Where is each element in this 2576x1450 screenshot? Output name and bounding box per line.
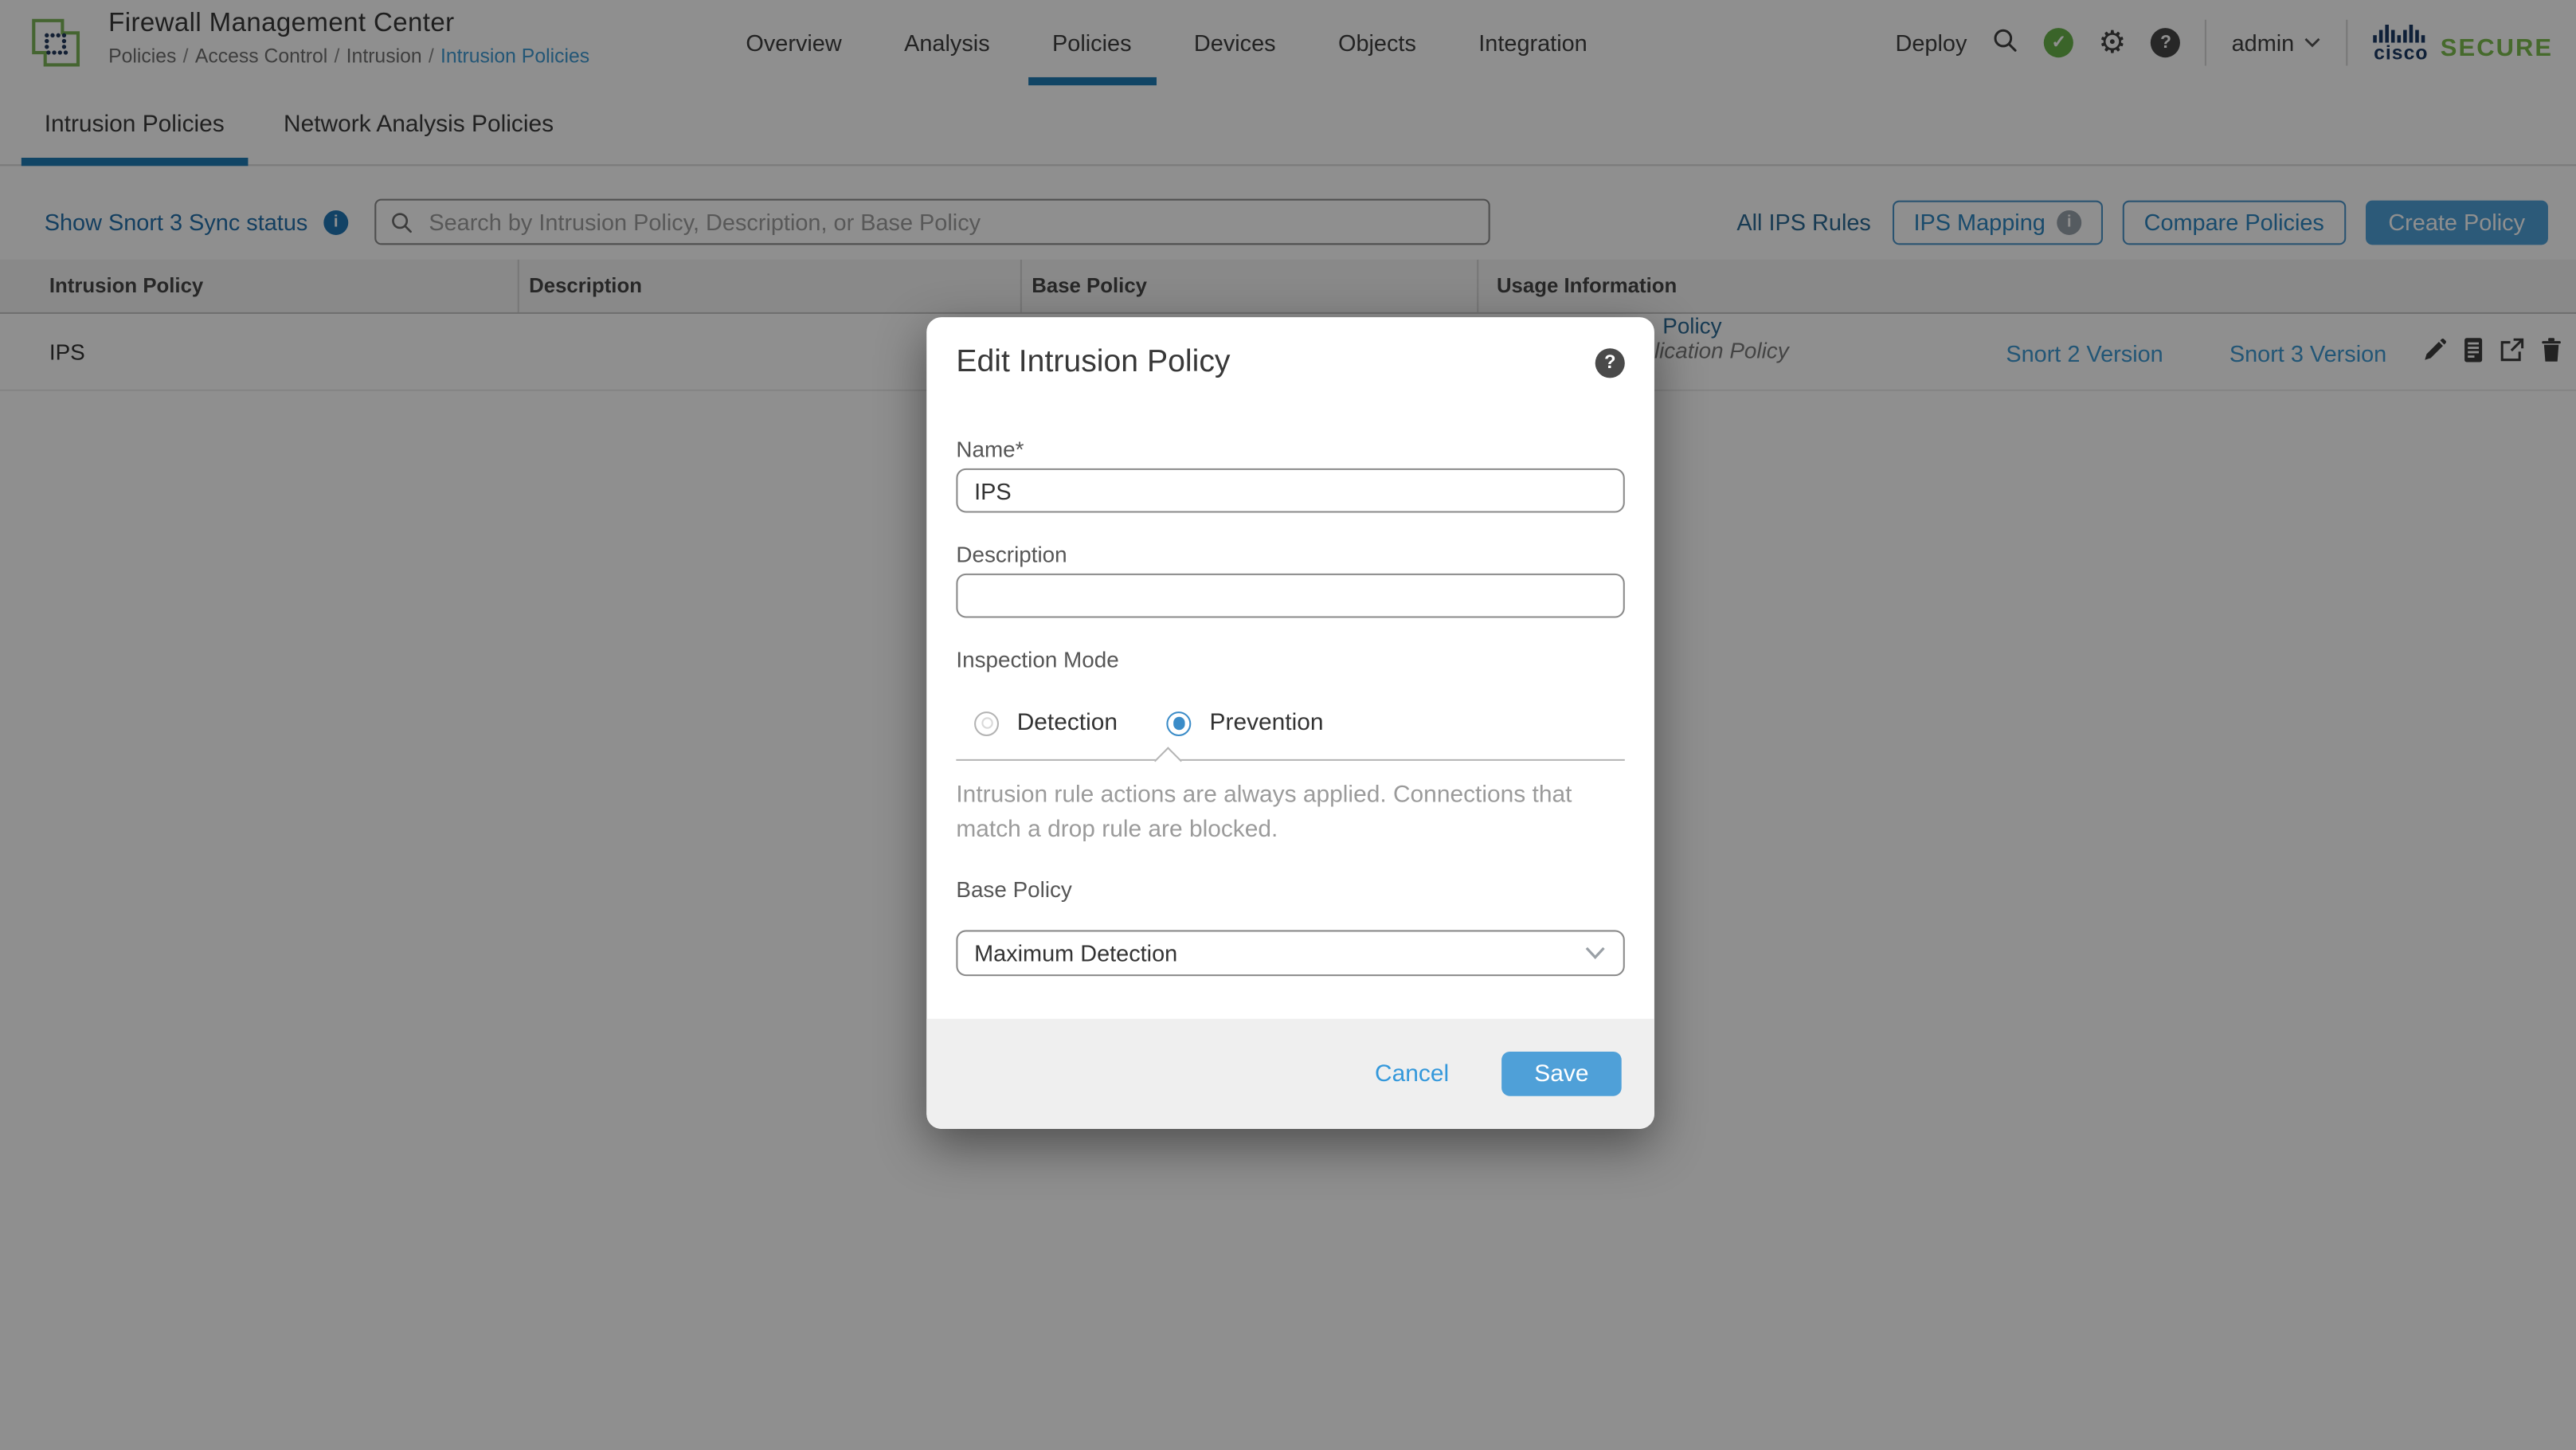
callout-arrow	[1154, 746, 1182, 774]
edit-intrusion-policy-dialog: Edit Intrusion Policy ? Name* Descriptio…	[926, 317, 1654, 1129]
radio-detection[interactable]	[974, 711, 999, 735]
base-policy-value: Maximum Detection	[974, 940, 1584, 966]
chevron-down-icon	[1584, 945, 1607, 962]
screen: Firewall Management Center Policies/Acce…	[0, 0, 2576, 1450]
help-icon[interactable]: ?	[1595, 348, 1625, 378]
description-field[interactable]	[956, 574, 1624, 618]
dialog-title: Edit Intrusion Policy	[956, 345, 1230, 381]
detection-label[interactable]: Detection	[1017, 710, 1118, 736]
inspection-mode-note: Intrusion rule actions are always applie…	[956, 779, 1588, 848]
description-label: Description	[956, 543, 1067, 567]
prevention-option[interactable]: Prevention	[1167, 710, 1324, 736]
cancel-button[interactable]: Cancel	[1365, 1059, 1459, 1088]
name-label: Name*	[956, 437, 1024, 462]
base-policy-label: Base Policy	[956, 877, 1072, 902]
inspection-mode-options: Detection Prevention	[974, 710, 1323, 736]
name-field[interactable]	[956, 468, 1624, 513]
save-button[interactable]: Save	[1501, 1052, 1622, 1096]
dialog-footer: Cancel Save	[926, 1019, 1654, 1129]
prevention-label[interactable]: Prevention	[1210, 710, 1324, 736]
base-policy-select[interactable]: Maximum Detection	[956, 930, 1624, 976]
callout-divider	[956, 759, 1624, 761]
inspection-mode-label: Inspection Mode	[956, 648, 1118, 672]
radio-prevention[interactable]	[1167, 711, 1192, 735]
detection-option[interactable]: Detection	[974, 710, 1118, 736]
